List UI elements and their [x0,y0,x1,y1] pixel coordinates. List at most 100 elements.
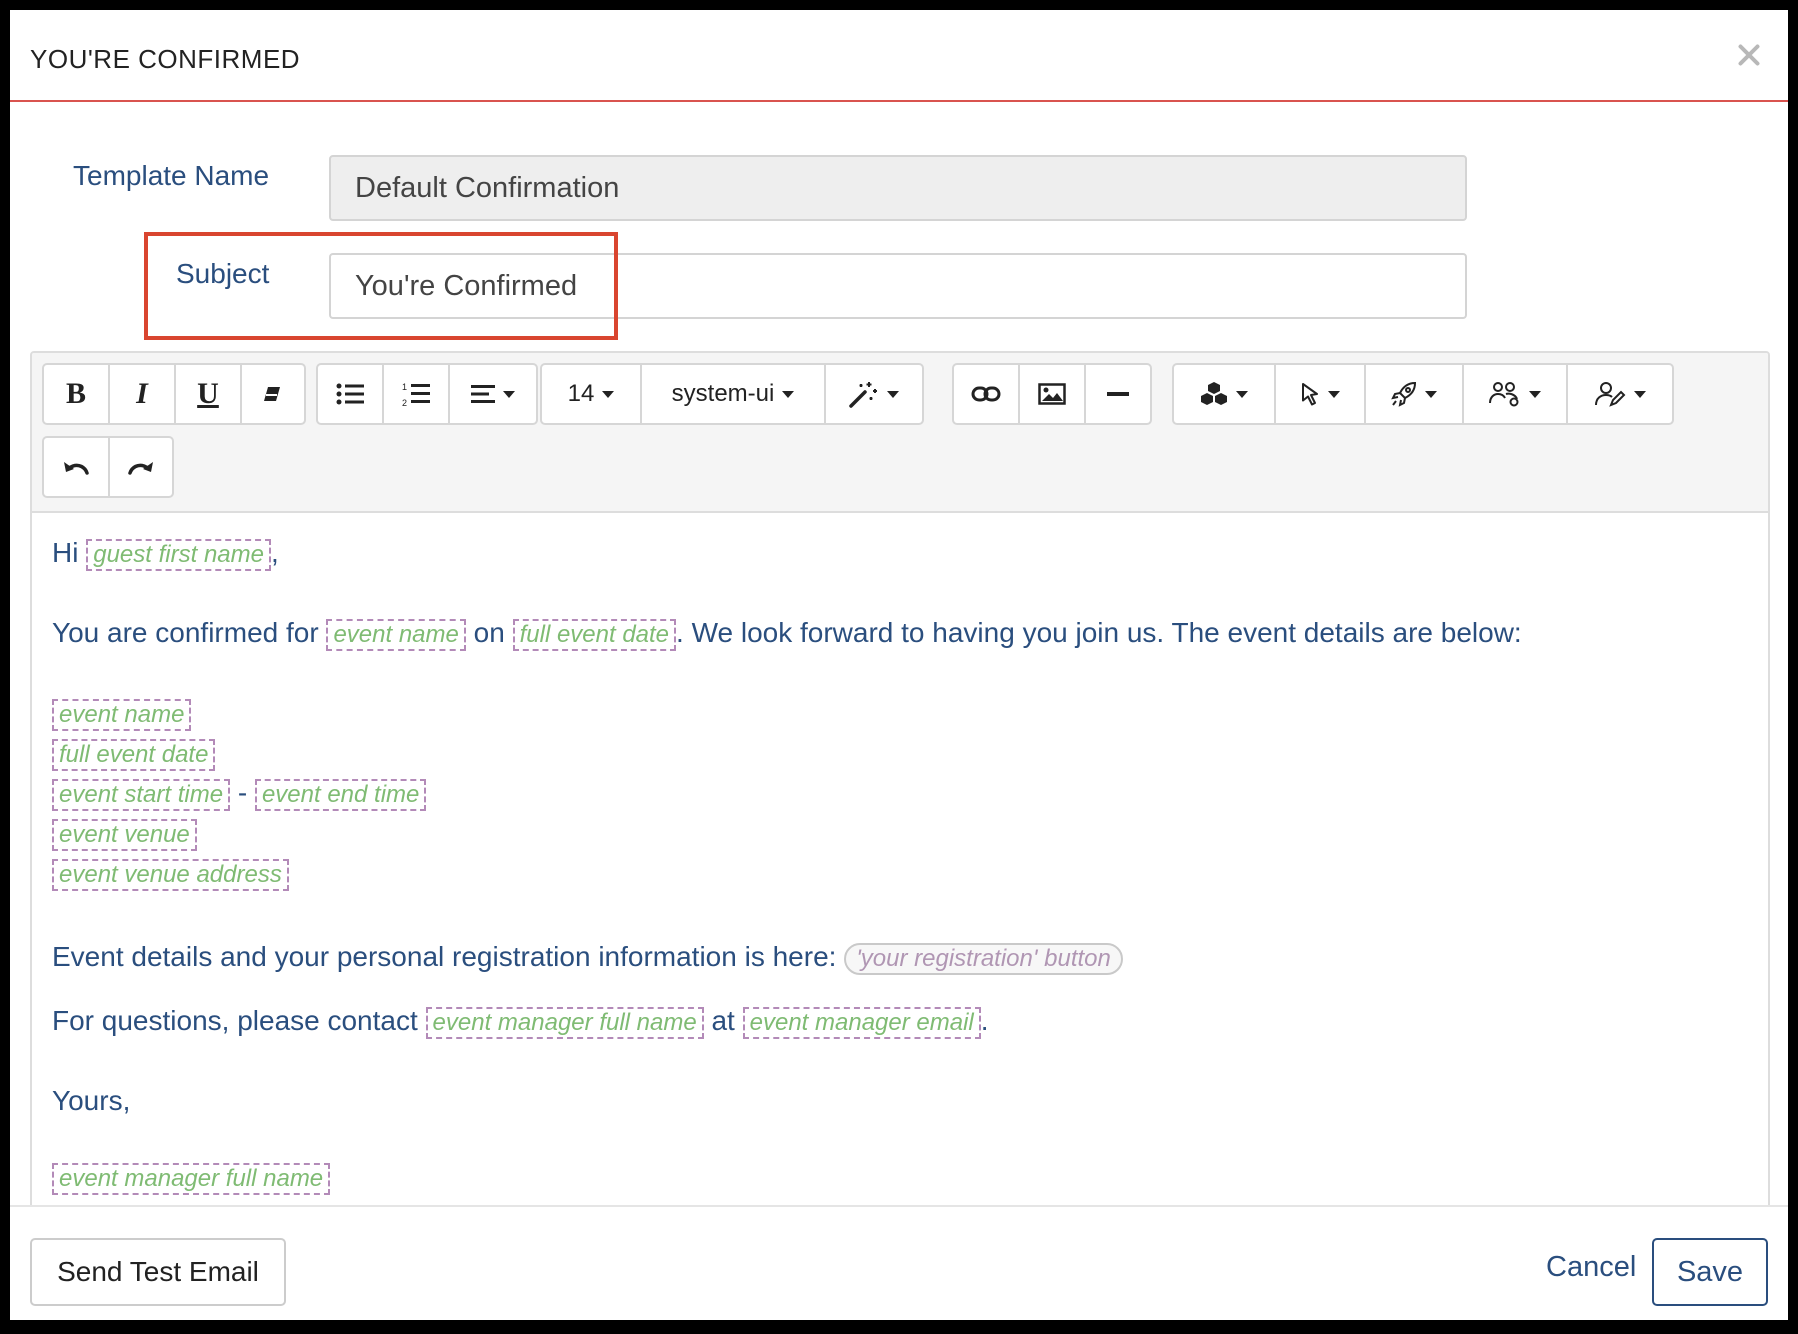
attendees-dropdown[interactable] [1464,365,1568,423]
text-questions: For questions, please contact [52,1005,418,1036]
merge-tag-full-event-date[interactable]: full event date [52,739,216,771]
history-button-group [42,436,174,498]
text-on: on [473,617,505,648]
cancel-button[interactable]: Cancel [1546,1251,1636,1284]
insert-hr-button[interactable] [1086,365,1150,423]
chevron-down-icon [887,390,899,398]
font-size-dropdown[interactable]: 14 [542,365,642,423]
rich-text-editor: B I U 12 14 system-ui Hi guest first nam… [30,351,1770,1320]
button-dropdown[interactable] [1276,365,1366,423]
italic-button[interactable]: I [110,365,176,423]
magic-style-dropdown[interactable] [826,365,922,423]
style-button-group: B I U [42,363,306,425]
chevron-down-icon [1634,390,1646,398]
underline-icon: U [197,377,219,410]
redo-icon [128,462,153,475]
subject-input[interactable]: You're Confirmed [329,253,1467,319]
details-event-name: event name [52,697,192,731]
details-full-event-date: full event date [52,737,216,771]
subject-label: Subject [176,258,270,289]
cursor-icon [1302,383,1318,406]
confirmation-line: You are confirmed for event name on full… [52,617,1522,651]
questions-line: For questions, please contact event mana… [52,1005,989,1039]
image-icon [1038,383,1066,405]
italic-icon: I [136,377,148,410]
insert-image-button[interactable] [1020,365,1086,423]
text-comma: , [270,537,279,568]
modal-header: YOU'RE CONFIRMED [10,10,1788,102]
chevron-down-icon [1328,390,1340,398]
bold-icon: B [65,377,86,410]
modal-title: YOU'RE CONFIRMED [30,44,301,74]
underline-button[interactable]: U [176,365,242,423]
email-template-modal: YOU'RE CONFIRMED Template Name Default C… [10,10,1788,1320]
paragraph-button-group: 12 [316,363,538,425]
template-name-field: Default Confirmation [329,155,1467,221]
font-size-value: 14 [567,380,595,407]
merge-tag-event-manager-email[interactable]: event manager email [742,1007,981,1039]
merge-tag-event-start-time[interactable]: event start time [52,779,231,811]
align-dropdown[interactable] [450,365,536,423]
blocks-icon [1201,382,1227,405]
merge-tag-registration-button[interactable]: 'your registration' button [844,943,1123,975]
undo-icon [64,462,89,475]
person-edit-icon [1595,382,1626,407]
people-gear-icon [1489,382,1519,407]
text-event-details: Event details and your personal registra… [52,941,837,972]
manager-dropdown[interactable] [1568,365,1672,423]
close-icon[interactable] [1734,40,1764,70]
merge-tag-event-venue[interactable]: event venue [52,819,197,851]
editor-toolbar: B I U 12 14 system-ui [32,353,1768,513]
text-look-forward: . We look forward to having you join us.… [676,617,1522,648]
rocket-icon [1391,381,1417,407]
merge-tag-event-venue-address[interactable]: event venue address [52,859,289,891]
merge-tag-event-manager-full-name[interactable]: event manager full name [52,1163,331,1195]
magic-wand-icon [849,382,877,408]
bold-button[interactable]: B [44,365,110,423]
chevron-down-icon [503,390,515,398]
launch-dropdown[interactable] [1366,365,1464,423]
numbered-list-button[interactable]: 12 [384,365,450,423]
chevron-down-icon [1425,390,1437,398]
details-event-venue: event venue [52,817,197,851]
details-event-times: event start time - event end time [52,777,427,811]
template-name-label: Template Name [73,160,270,191]
font-button-group: 14 system-ui [540,363,924,425]
merge-tag-event-name[interactable]: event name [52,699,192,731]
horizontal-rule-icon [1107,392,1129,396]
font-family-value: system-ui [671,380,775,407]
text-dash: - [237,777,248,808]
font-family-dropdown[interactable]: system-ui [642,365,826,423]
svg-text:1: 1 [402,382,407,392]
merge-tag-event-name[interactable]: event name [326,619,466,651]
text-period: . [980,1005,989,1036]
send-test-email-button[interactable]: Send Test Email [30,1238,286,1306]
merge-tag-guest-first-name[interactable]: guest first name [86,539,271,571]
registration-line: Event details and your personal registra… [52,941,1123,975]
text-confirmed-for: You are confirmed for [52,617,319,648]
link-icon [971,386,1001,402]
eraser-icon [264,387,280,401]
bullet-list-icon [336,383,364,405]
chevron-down-icon [1529,390,1541,398]
clear-format-button[interactable] [242,365,304,423]
chevron-down-icon [602,390,615,398]
text-yours: Yours, [52,1085,131,1116]
merge-tag-event-end-time[interactable]: event end time [254,779,427,811]
merge-tag-full-event-date[interactable]: full event date [512,619,677,651]
chevron-down-icon [782,390,795,398]
insert-link-button[interactable] [954,365,1020,423]
align-icon [471,385,495,403]
save-button[interactable]: Save [1652,1238,1768,1306]
blocks-dropdown[interactable] [1174,365,1276,423]
details-event-venue-address: event venue address [52,857,289,891]
merge-tag-event-manager-full-name[interactable]: event manager full name [425,1007,704,1039]
redo-button[interactable] [110,438,172,496]
svg-text:2: 2 [402,398,407,407]
signoff-line: Yours, [52,1085,130,1117]
undo-button[interactable] [44,438,110,496]
insert-button-group [952,363,1152,425]
bullet-list-button[interactable] [318,365,384,423]
chevron-down-icon [1236,390,1248,398]
custom-button-group [1172,363,1674,425]
